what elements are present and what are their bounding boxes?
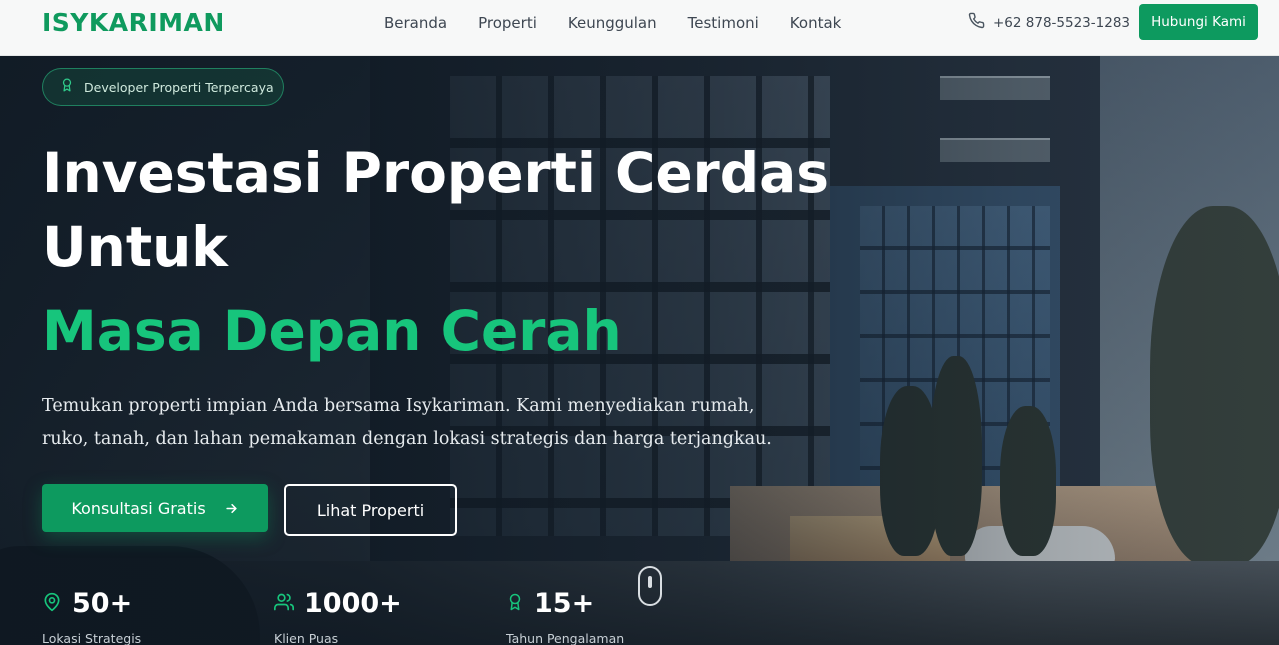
phone-icon (968, 12, 985, 34)
phone-number: +62 878-5523-1283 (993, 15, 1131, 31)
hero-title: Investasi Properti Cerdas Untuk (42, 136, 842, 284)
contact-button[interactable]: Hubungi Kami (1139, 4, 1258, 40)
users-icon (274, 591, 295, 618)
logo[interactable]: ISYKARIMAN (42, 8, 225, 38)
nav-link-testimoni[interactable]: Testimoni (688, 12, 759, 34)
consultation-button-label: Konsultasi Gratis (71, 498, 206, 518)
scroll-indicator[interactable] (638, 566, 662, 606)
stat-clients: 1000+ Klien Puas (274, 588, 402, 645)
scroll-indicator-dot (648, 576, 652, 588)
consultation-button[interactable]: Konsultasi Gratis (42, 484, 268, 532)
main-nav: Beranda Properti Keunggulan Testimoni Ko… (384, 12, 872, 34)
hero-title-highlight: Masa Depan Cerah (42, 299, 622, 363)
nav-link-kontak[interactable]: Kontak (790, 12, 842, 34)
hero-title-line2: Untuk (42, 215, 228, 279)
map-pin-icon (42, 591, 62, 618)
arrow-right-icon (224, 501, 239, 516)
trust-badge: Developer Properti Terpercaya (42, 68, 284, 106)
hero-title-line1: Investasi Properti Cerdas (42, 141, 829, 205)
badge-label: Developer Properti Terpercaya (84, 79, 274, 95)
stat-value: 15+ (534, 588, 595, 619)
nav-link-beranda[interactable]: Beranda (384, 12, 447, 34)
stat-value: 1000+ (304, 588, 402, 619)
hero-description: Temukan properti impian Anda bersama Isy… (42, 396, 772, 449)
nav-link-properti[interactable]: Properti (478, 12, 537, 34)
nav-link-keunggulan[interactable]: Keunggulan (568, 12, 657, 34)
navbar: ISYKARIMAN Beranda Properti Keunggulan T… (0, 0, 1279, 56)
stat-value: 50+ (72, 588, 133, 619)
stat-label: Tahun Pengalaman (506, 631, 625, 645)
view-properties-button[interactable]: Lihat Properti (284, 484, 457, 536)
stat-label: Lokasi Strategis (42, 631, 142, 645)
award-icon (506, 591, 524, 618)
stat-label: Klien Puas (274, 631, 339, 645)
stat-experience: 15+ Tahun Pengalaman (506, 588, 624, 645)
phone-contact[interactable]: +62 878-5523-1283 (968, 12, 1130, 34)
stat-locations: 50+ Lokasi Strategis (42, 588, 141, 645)
award-icon (60, 77, 74, 98)
